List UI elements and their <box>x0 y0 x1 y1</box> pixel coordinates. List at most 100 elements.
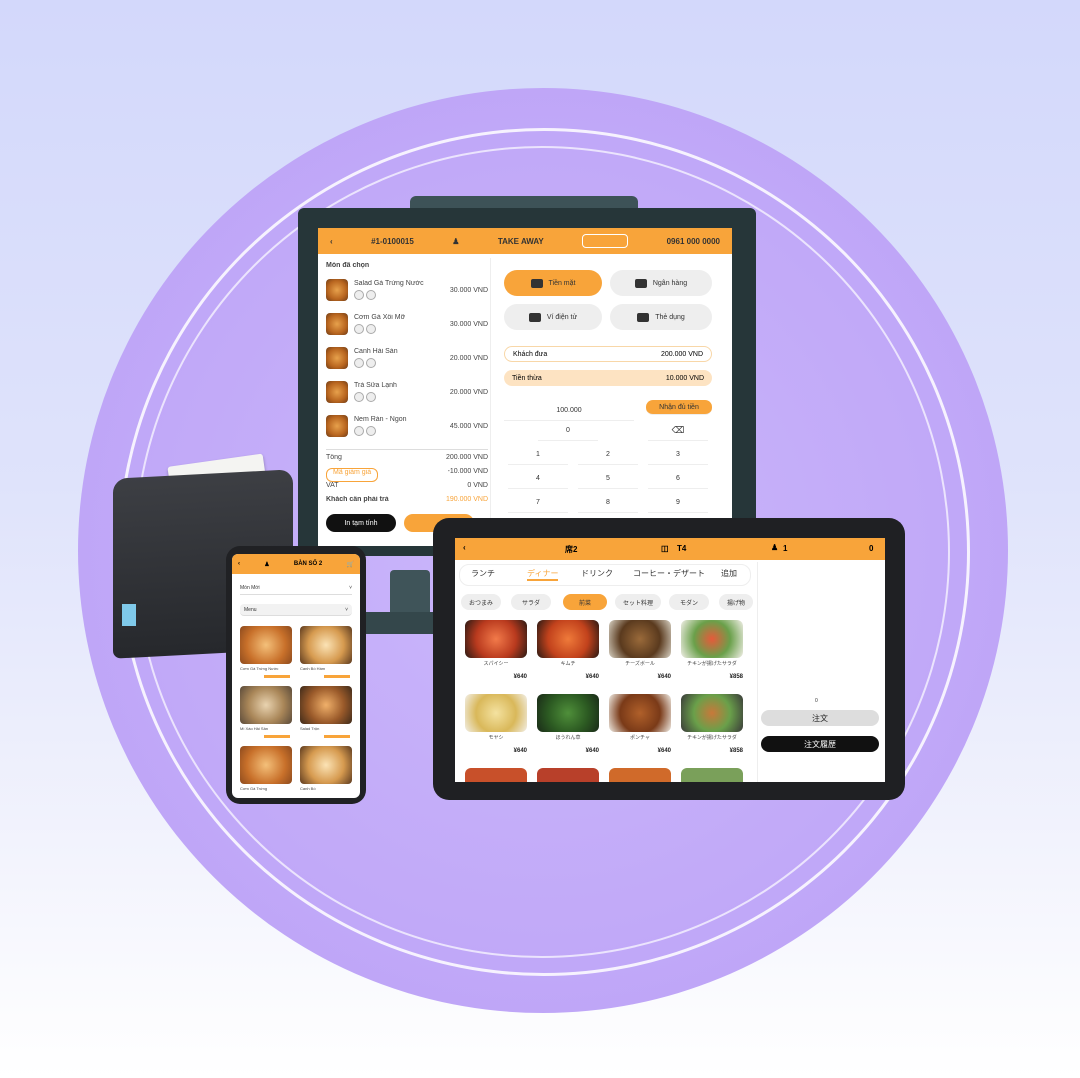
select-value: Món Mới <box>240 585 260 591</box>
pay-method-label: Tiền mặt <box>548 279 576 287</box>
chip-salad[interactable]: サラダ <box>511 594 551 610</box>
minus-icon[interactable] <box>354 392 364 402</box>
change-value: 10.000 VND <box>665 374 704 382</box>
food-price: ¥640 <box>657 674 671 680</box>
food-image[interactable] <box>609 694 671 732</box>
keypad-4[interactable]: 4 <box>508 468 568 489</box>
list-item[interactable]: Canh Hải Sản 20.000 VND <box>326 341 488 375</box>
food-name: スパイシー <box>483 661 509 667</box>
food-image[interactable] <box>240 686 292 724</box>
food-image[interactable] <box>465 768 527 782</box>
back-icon[interactable]: ‹ <box>463 543 466 552</box>
chip-modern[interactable]: モダン <box>669 594 709 610</box>
backspace-icon[interactable]: ⌫ <box>648 420 708 441</box>
food-image[interactable] <box>300 686 352 724</box>
keypad-3[interactable]: 3 <box>648 444 708 465</box>
discount-button[interactable]: Mã giảm giá <box>326 468 379 482</box>
keypad-1[interactable]: 1 <box>508 444 568 465</box>
food-name: キムチ <box>560 661 576 667</box>
keypad-6[interactable]: 6 <box>648 468 708 489</box>
food-image[interactable] <box>537 768 599 782</box>
item-name: Cơm Gà Xối Mỡ <box>354 314 406 321</box>
wallet-icon <box>528 312 541 322</box>
chip-set[interactable]: セット料理 <box>615 594 661 610</box>
food-name: Canh Bò <box>300 786 316 791</box>
food-price: ¥858 <box>729 748 743 754</box>
list-item[interactable]: Cơm Gà Xối Mỡ 30.000 VND <box>326 307 488 341</box>
total-label: Tổng <box>326 454 342 461</box>
keypad-8[interactable]: 8 <box>578 492 638 513</box>
food-image[interactable] <box>240 626 292 664</box>
food-image[interactable] <box>537 620 599 658</box>
pay-method-cash[interactable]: Tiền mặt <box>504 270 602 296</box>
food-image[interactable] <box>609 620 671 658</box>
plus-icon[interactable] <box>366 324 376 334</box>
menu-select[interactable]: Menu ˅ <box>240 604 352 616</box>
category-extra[interactable]: 追加 <box>721 568 737 579</box>
minus-icon[interactable] <box>354 324 364 334</box>
add-button[interactable] <box>324 735 350 738</box>
keypad-5[interactable]: 5 <box>578 468 638 489</box>
keypad-0[interactable]: 0 <box>538 420 598 441</box>
plus-icon[interactable] <box>366 290 376 300</box>
cash-given-row[interactable]: Khách đưa 200.000 VND <box>504 346 712 362</box>
keypad-9[interactable]: 9 <box>648 492 708 513</box>
back-icon[interactable]: ‹ <box>330 237 333 246</box>
food-image[interactable] <box>681 768 743 782</box>
order-title: Món đã chọn <box>326 262 370 269</box>
food-thumbnail <box>326 381 348 403</box>
pos-header: ‹ #1-0100015 ♟ TAKE AWAY 0961 000 0000 <box>318 228 732 254</box>
add-button[interactable] <box>324 675 350 678</box>
category-lunch[interactable]: ランチ <box>471 568 495 579</box>
minus-icon[interactable] <box>354 426 364 436</box>
minus-icon[interactable] <box>354 358 364 368</box>
exact-amount-button[interactable]: Nhận đủ tiền <box>646 400 712 415</box>
order-history-button[interactable]: 注文履歴 <box>761 736 879 752</box>
chip-snacks[interactable]: おつまみ <box>461 594 501 610</box>
food-image[interactable] <box>609 768 671 782</box>
cart-icon[interactable]: 🛒 <box>346 561 353 568</box>
list-item[interactable]: Trà Sữa Lạnh 20.000 VND <box>326 375 488 409</box>
category-dinner[interactable]: ディナー <box>527 568 559 581</box>
food-name: ポンチャ <box>630 735 650 741</box>
header-toggle[interactable] <box>582 234 629 248</box>
category-coffee-dessert[interactable]: コーヒー・デザート <box>633 568 705 579</box>
bank-icon <box>634 278 647 288</box>
add-button[interactable] <box>264 735 290 738</box>
back-icon[interactable]: ‹ <box>238 561 240 567</box>
food-thumbnail <box>326 347 348 369</box>
plus-icon[interactable] <box>366 426 376 436</box>
food-image[interactable] <box>240 746 292 784</box>
printer-label <box>122 604 136 626</box>
pay-method-card[interactable]: Thẻ dụng <box>610 304 712 330</box>
quick-amount-button[interactable]: 100.000 <box>504 400 634 421</box>
pay-method-wallet[interactable]: Ví điện tử <box>504 304 602 330</box>
tablet-screen: ‹ 席2 ◫ T4 ♟ 1 0 ランチ ディナー ドリンク コーヒー・デザート … <box>455 538 885 782</box>
list-item[interactable]: Salad Gà Trứng Nước 30.000 VND <box>326 273 488 307</box>
dish-status-select[interactable]: Món Mới ˅ <box>240 582 352 595</box>
cash-value: 200.000 VND <box>660 350 703 358</box>
minus-icon[interactable] <box>354 290 364 300</box>
plus-icon[interactable] <box>366 358 376 368</box>
order-button[interactable]: 注文 <box>761 710 879 726</box>
food-image[interactable] <box>465 694 527 732</box>
add-button[interactable] <box>264 675 290 678</box>
food-image[interactable] <box>681 620 743 658</box>
food-image[interactable] <box>681 694 743 732</box>
food-image[interactable] <box>300 626 352 664</box>
food-price: ¥640 <box>585 674 599 680</box>
food-image[interactable] <box>537 694 599 732</box>
pay-method-bank[interactable]: Ngân hàng <box>610 270 712 296</box>
chip-appetizer[interactable]: 前菜 <box>563 594 607 610</box>
plus-icon[interactable] <box>366 392 376 402</box>
food-image[interactable] <box>300 746 352 784</box>
keypad-2[interactable]: 2 <box>578 444 638 465</box>
chip-fried[interactable]: 揚げ物 <box>719 594 753 610</box>
print-bill-button[interactable]: In tạm tính <box>326 514 396 532</box>
food-image[interactable] <box>465 620 527 658</box>
list-item[interactable]: Nem Rán - Ngon 45.000 VND <box>326 409 488 443</box>
keypad-7[interactable]: 7 <box>508 492 568 513</box>
food-price: ¥640 <box>513 674 527 680</box>
food-name: チキンが揚げたサラダ <box>687 735 737 741</box>
category-drink[interactable]: ドリンク <box>581 568 613 579</box>
